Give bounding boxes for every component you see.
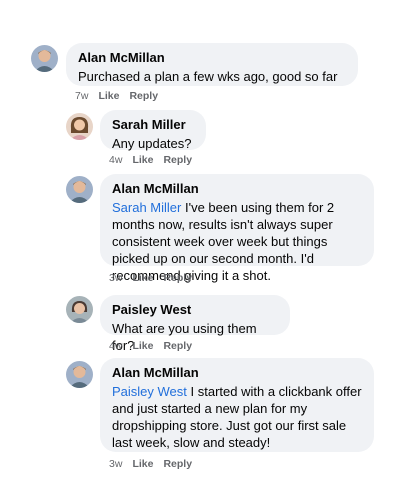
mention-link[interactable]: Sarah Miller	[112, 200, 181, 215]
comment-timestamp[interactable]: 4w	[109, 154, 122, 166]
comment-actions: 7w Like Reply	[75, 90, 158, 102]
comment-author[interactable]: Paisley West	[112, 301, 278, 318]
avatar[interactable]	[66, 113, 93, 140]
comment-text: Purchased a plan a few wks ago, good so …	[78, 69, 338, 84]
comment-author[interactable]: Alan McMillan	[78, 49, 346, 66]
like-button[interactable]: Like	[132, 340, 153, 352]
alan-avatar-icon	[66, 176, 93, 203]
alan-avatar-icon	[66, 361, 93, 388]
comment-timestamp[interactable]: 7w	[75, 90, 88, 102]
alan-avatar-icon	[31, 45, 58, 72]
comment-actions: 4w Like Reply	[109, 340, 192, 352]
comment-bubble: Alan McMillan Paisley West I started wit…	[100, 358, 374, 452]
like-button[interactable]: Like	[132, 458, 153, 470]
comment-bubble: Alan McMillan Purchased a plan a few wks…	[66, 43, 358, 86]
like-button[interactable]: Like	[132, 272, 153, 284]
comment-bubble: Sarah Miller Any updates?	[100, 110, 206, 151]
comment-bubble: Paisley West What are you using them for…	[100, 295, 290, 353]
avatar[interactable]	[66, 361, 93, 388]
comment-author[interactable]: Sarah Miller	[112, 116, 194, 133]
comment-author[interactable]: Alan McMillan	[112, 364, 362, 381]
mention-link[interactable]: Paisley West	[112, 384, 187, 399]
comment-actions: 3w Like Reply	[109, 272, 192, 284]
comment-text: Paisley West I started with a clickbank …	[112, 383, 362, 451]
paisley-avatar-icon	[66, 296, 93, 323]
reply-button[interactable]: Reply	[163, 340, 192, 352]
reply-button[interactable]: Reply	[163, 154, 192, 166]
comment-timestamp[interactable]: 3w	[109, 458, 122, 470]
comment-bubble: Alan McMillan Sarah Miller I've been usi…	[100, 174, 374, 283]
avatar[interactable]	[31, 45, 58, 72]
reply-button[interactable]: Reply	[163, 458, 192, 470]
comment-actions: 4w Like Reply	[109, 154, 192, 166]
reply-button[interactable]: Reply	[163, 272, 192, 284]
comment-text: Any updates?	[112, 136, 192, 151]
like-button[interactable]: Like	[132, 154, 153, 166]
comment-timestamp[interactable]: 4w	[109, 340, 122, 352]
reply-button[interactable]: Reply	[129, 90, 158, 102]
comment-author[interactable]: Alan McMillan	[112, 180, 362, 197]
like-button[interactable]: Like	[98, 90, 119, 102]
sarah-avatar-icon	[66, 113, 93, 140]
comment-timestamp[interactable]: 3w	[109, 272, 122, 284]
avatar[interactable]	[66, 296, 93, 323]
avatar[interactable]	[66, 176, 93, 203]
comment-actions: 3w Like Reply	[109, 458, 192, 470]
